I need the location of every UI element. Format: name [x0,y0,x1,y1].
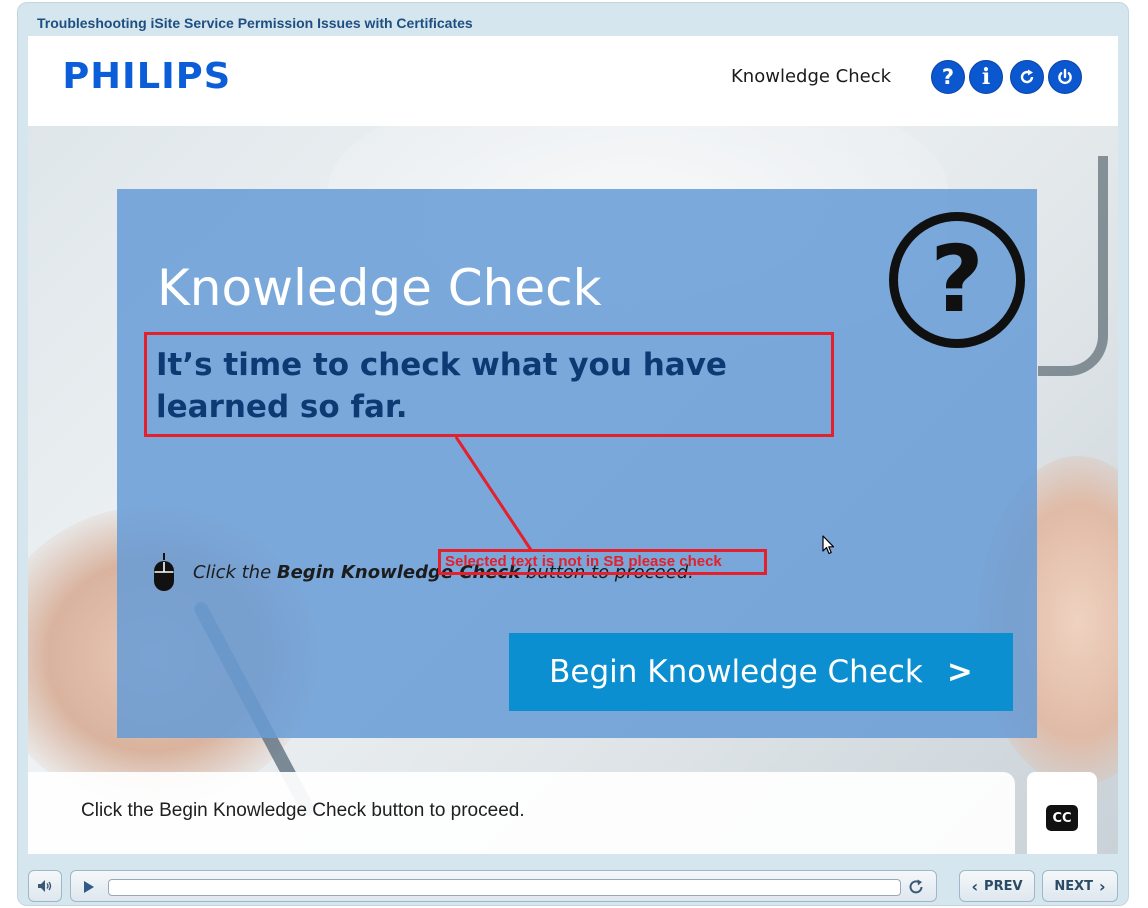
play-icon[interactable] [83,880,95,894]
cc-panel: CC [1027,772,1097,854]
next-label: NEXT [1054,878,1094,894]
slide-stage: Knowledge Check It’s time to check what … [28,126,1118,854]
knowledge-check-card: Knowledge Check It’s time to check what … [117,189,1037,738]
speaker-icon [38,880,52,892]
instruction-prefix: Click the [193,562,277,583]
question-glyph: ? [930,226,984,333]
chevron-left-icon: ‹ [971,876,979,896]
question-mark-icon: ? [889,212,1025,348]
mouse-icon [154,553,174,591]
closed-caption-button[interactable]: CC [1046,805,1078,831]
chevron-right-icon: > [946,654,973,690]
section-name: Knowledge Check [731,66,892,87]
mouse-cursor-icon [822,535,835,555]
annotation-highlight-box [144,332,834,437]
power-icon [1058,68,1072,85]
philips-logo: PHILIPS [62,56,232,97]
caption-text: Click the Begin Knowledge Check button t… [81,800,525,821]
prev-label: PREV [984,878,1023,894]
info-button[interactable]: i [969,60,1003,94]
begin-knowledge-check-button[interactable]: Begin Knowledge Check > [509,633,1013,711]
course-title: Troubleshooting iSite Service Permission… [37,15,473,31]
info-icon: i [981,64,991,90]
refresh-button[interactable] [1010,60,1044,94]
slide-title: Knowledge Check [157,259,602,317]
refresh-icon [1020,69,1034,84]
progress-bar[interactable] [108,879,901,896]
volume-button[interactable] [28,870,62,902]
chevron-right-icon: › [1099,876,1106,896]
prev-button[interactable]: ‹ PREV [959,870,1035,902]
replay-icon[interactable] [907,878,925,896]
begin-button-label: Begin Knowledge Check [549,654,923,690]
playback-controls [70,870,937,902]
next-button[interactable]: NEXT › [1042,870,1118,902]
background-stethoscope [1038,156,1108,376]
help-icon: ? [941,65,955,89]
help-button[interactable]: ? [931,60,965,94]
closed-caption-panel: Click the Begin Knowledge Check button t… [28,772,1015,854]
annotation-comment: Selected text is not in SB please check [445,553,722,570]
power-button[interactable] [1048,60,1082,94]
header-bar: PHILIPS Knowledge Check ? i [28,36,1118,126]
